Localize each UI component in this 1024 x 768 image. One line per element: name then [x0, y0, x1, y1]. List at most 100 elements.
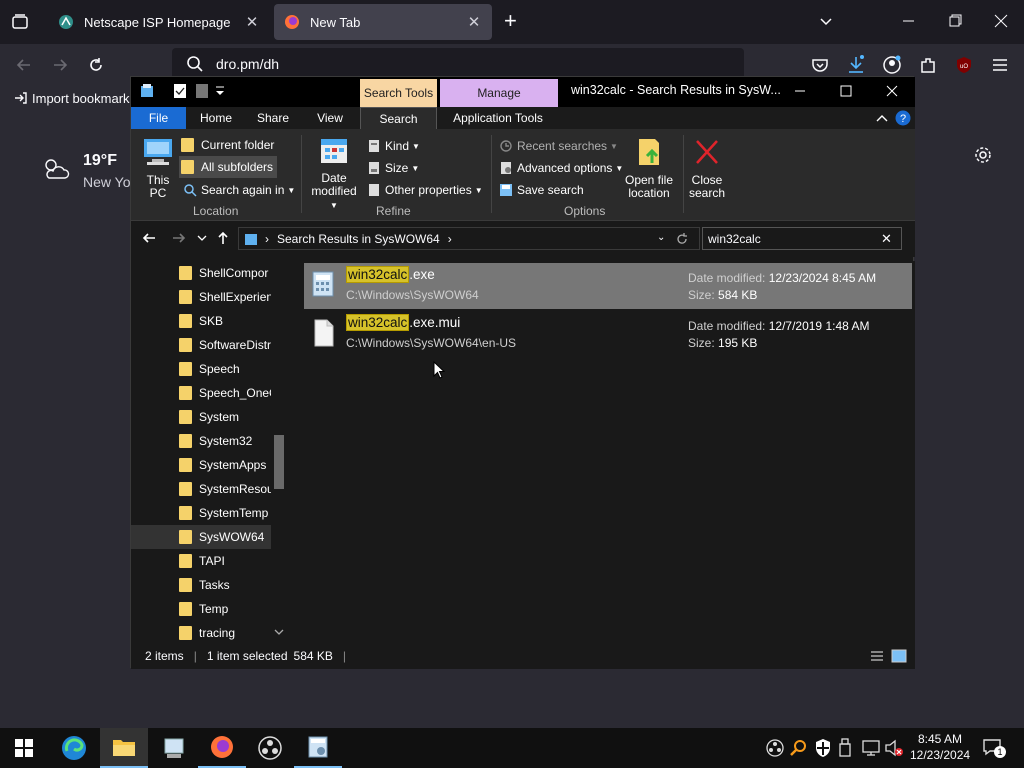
list-all-tabs-icon[interactable] — [816, 12, 836, 32]
taskbar-firefox[interactable] — [198, 728, 246, 768]
nav-item-folder[interactable]: SystemTemp — [131, 501, 273, 525]
taskbar-obs[interactable] — [246, 728, 294, 768]
quick-access-customize-icon[interactable] — [215, 85, 225, 97]
ribbon-tab-file[interactable]: File — [131, 107, 186, 129]
forward-arrow-icon[interactable] — [50, 55, 70, 75]
import-bookmarks-button[interactable]: Import bookmarks — [12, 90, 136, 106]
action-center-button[interactable]: 1 — [982, 738, 1006, 758]
save-search-button[interactable]: Save search — [499, 180, 584, 200]
nav-item-folder[interactable]: SKB — [131, 309, 273, 333]
extensions-icon[interactable] — [918, 55, 938, 75]
taskbar-calculator[interactable] — [294, 728, 342, 768]
restore-browser-button[interactable] — [946, 12, 964, 30]
nav-item-folder[interactable]: System — [131, 405, 273, 429]
close-tab-icon[interactable]: ✕ — [466, 13, 482, 31]
date-modified-button[interactable]: Date modified ▼ — [307, 135, 361, 210]
nav-item-folder[interactable]: SysWOW64 — [131, 525, 273, 549]
details-view-icon[interactable] — [869, 649, 885, 663]
up-arrow-icon[interactable] — [215, 230, 231, 246]
large-icons-view-icon[interactable] — [891, 648, 907, 664]
scrollbar-thumb[interactable] — [274, 435, 284, 489]
size-button[interactable]: Size ▼ — [367, 158, 419, 178]
search-tray-icon[interactable] — [790, 739, 808, 757]
volume-muted-icon[interactable] — [884, 739, 904, 757]
quick-access-properties-icon[interactable] — [173, 83, 187, 99]
recent-locations-chevron-icon[interactable] — [197, 233, 207, 243]
tab-overview-icon[interactable] — [10, 12, 30, 32]
close-browser-button[interactable] — [992, 12, 1010, 30]
close-window-button[interactable] — [869, 77, 915, 105]
ribbon-tab-view[interactable]: View — [305, 107, 355, 129]
quick-access-new-folder-icon[interactable] — [195, 83, 209, 99]
advanced-options-button[interactable]: Advanced options ▼ — [499, 158, 623, 178]
back-arrow-icon[interactable] — [141, 230, 157, 246]
pocket-icon[interactable] — [810, 55, 830, 75]
taskbar-app[interactable] — [150, 728, 198, 768]
taskbar-edge[interactable] — [50, 728, 98, 768]
nav-item-folder[interactable]: Speech_OneC — [131, 381, 273, 405]
address-bar[interactable]: › Search Results in SysWOW64 › ⌄ — [238, 227, 700, 250]
ribbon-tab-search[interactable]: Search — [360, 107, 437, 129]
nav-item-folder[interactable]: ShellExperien — [131, 285, 273, 309]
network-icon[interactable] — [862, 739, 880, 757]
navigation-scrollbar[interactable] — [271, 261, 287, 643]
this-pc-button[interactable]: This PC — [139, 135, 177, 200]
nav-item-folder[interactable]: SoftwareDistr — [131, 333, 273, 357]
nav-item-folder[interactable]: Speech — [131, 357, 273, 381]
refresh-icon[interactable] — [675, 232, 689, 246]
ribbon-tab-share[interactable]: Share — [247, 107, 299, 129]
tab-netscape[interactable]: Netscape ISP Homepage ✕ — [48, 4, 270, 40]
close-tab-icon[interactable]: ✕ — [244, 13, 260, 31]
security-shield-icon[interactable] — [814, 738, 832, 758]
nav-item-folder[interactable]: System32 — [131, 429, 273, 453]
search-again-in-button[interactable]: Search again in ▼ — [183, 180, 295, 200]
forward-arrow-icon[interactable] — [171, 230, 187, 246]
folder-icon — [179, 626, 192, 640]
kind-button[interactable]: Kind ▼ — [367, 136, 420, 156]
tab-new-tab[interactable]: New Tab ✕ — [274, 4, 492, 40]
scroll-down-arrow-icon[interactable] — [274, 627, 284, 637]
clock[interactable]: 8:45 AM 12/23/2024 — [910, 731, 970, 765]
help-icon[interactable]: ? — [895, 110, 911, 126]
obs-tray-icon[interactable] — [766, 739, 784, 757]
all-subfolders-label: All subfolders — [201, 160, 274, 174]
open-file-location-button[interactable]: Open file location — [619, 135, 679, 200]
list-item[interactable]: win32calc .exe C:\Windows\SysWOW64 Date m… — [304, 263, 912, 309]
current-folder-button[interactable]: Current folder — [181, 135, 274, 155]
search-field[interactable]: win32calc ✕ — [702, 227, 902, 250]
nav-item-folder[interactable]: Tasks — [131, 573, 273, 597]
list-item[interactable]: win32calc .exe.mui C:\Windows\SysWOW64\en… — [304, 311, 912, 357]
taskbar-file-explorer[interactable] — [100, 728, 148, 768]
all-subfolders-button[interactable]: All subfolders — [179, 156, 278, 178]
size-label: Size — [385, 161, 409, 175]
minimize-window-button[interactable] — [777, 77, 823, 105]
start-button[interactable] — [0, 728, 48, 768]
ribbon-tab-application-tools[interactable]: Application Tools — [441, 107, 555, 129]
selection-size: 584 KB — [293, 649, 333, 663]
personalize-gear-icon[interactable] — [974, 146, 992, 164]
other-properties-button[interactable]: Other properties ▼ — [367, 180, 483, 200]
nav-item-folder[interactable]: TAPI — [131, 549, 273, 573]
account-icon[interactable] — [882, 55, 902, 75]
usb-drive-icon[interactable] — [838, 738, 852, 758]
collapse-ribbon-icon[interactable] — [875, 111, 889, 125]
nav-item-folder[interactable]: SystemResou — [131, 477, 273, 501]
nav-item-folder[interactable]: SystemApps — [131, 453, 273, 477]
minimize-browser-button[interactable] — [900, 12, 918, 30]
menu-hamburger-icon[interactable] — [990, 55, 1010, 75]
downloads-icon[interactable] — [846, 54, 866, 76]
clear-search-icon[interactable]: ✕ — [881, 231, 892, 247]
back-arrow-icon[interactable] — [14, 55, 34, 75]
reload-icon[interactable] — [86, 55, 106, 75]
maximize-window-button[interactable] — [823, 77, 869, 105]
address-dropdown-icon[interactable]: ⌄ — [657, 232, 665, 243]
ublock-origin-icon[interactable]: uO — [954, 55, 974, 75]
nav-item-folder[interactable]: ShellCompor — [131, 261, 273, 285]
close-search-button[interactable]: Close search — [687, 135, 727, 200]
new-tab-button[interactable]: + — [504, 10, 526, 32]
nav-item-folder[interactable]: Temp — [131, 597, 273, 621]
netscape-favicon-icon — [59, 15, 73, 29]
breadcrumb-location[interactable]: Search Results in SysWOW64 — [277, 232, 440, 246]
ribbon-tab-home[interactable]: Home — [191, 107, 241, 129]
nav-item-folder[interactable]: tracing — [131, 621, 273, 643]
